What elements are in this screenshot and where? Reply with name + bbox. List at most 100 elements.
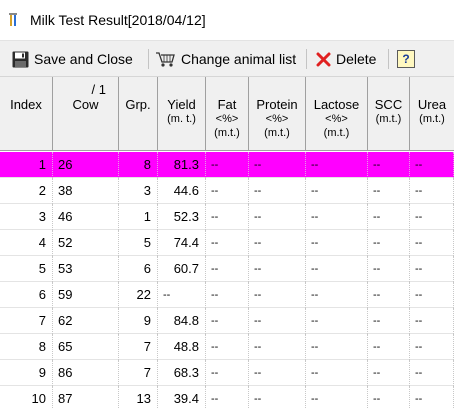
cell-index[interactable]: 1	[0, 152, 53, 178]
cell-scc[interactable]: --	[368, 152, 410, 178]
cell-cow[interactable]: 46	[53, 204, 119, 230]
cell-index[interactable]: 9	[0, 360, 53, 386]
cell-protein[interactable]: --	[249, 386, 306, 408]
cell-grp[interactable]: 7	[119, 334, 158, 360]
cell-lactose[interactable]: --	[306, 386, 368, 408]
cell-urea[interactable]: --	[410, 178, 454, 204]
column-header-lactose[interactable]: Lactose <%> (m.t.)	[306, 77, 368, 151]
cell-yield[interactable]: 84.8	[158, 308, 206, 334]
cell-fat[interactable]: --	[206, 386, 249, 408]
cell-scc[interactable]: --	[368, 256, 410, 282]
cell-yield[interactable]: 81.3	[158, 152, 206, 178]
cell-urea[interactable]: --	[410, 152, 454, 178]
cell-cow[interactable]: 52	[53, 230, 119, 256]
cell-fat[interactable]: --	[206, 152, 249, 178]
cell-grp[interactable]: 8	[119, 152, 158, 178]
cell-lactose[interactable]: --	[306, 230, 368, 256]
table-row[interactable]: 1 26 8 81.3 -- -- -- -- --	[0, 152, 454, 178]
cell-cow[interactable]: 38	[53, 178, 119, 204]
cell-fat[interactable]: --	[206, 178, 249, 204]
cell-scc[interactable]: --	[368, 334, 410, 360]
cell-protein[interactable]: --	[249, 204, 306, 230]
save-and-close-button[interactable]: Save and Close	[12, 47, 133, 71]
cell-grp[interactable]: 3	[119, 178, 158, 204]
table-row[interactable]: 8 65 7 48.8 -- -- -- -- --	[0, 334, 454, 360]
cell-fat[interactable]: --	[206, 334, 249, 360]
cell-fat[interactable]: --	[206, 282, 249, 308]
cell-cow[interactable]: 59	[53, 282, 119, 308]
column-header-grp[interactable]: Grp.	[119, 77, 158, 151]
cell-urea[interactable]: --	[410, 334, 454, 360]
cell-index[interactable]: 4	[0, 230, 53, 256]
cell-scc[interactable]: --	[368, 204, 410, 230]
cell-grp[interactable]: 5	[119, 230, 158, 256]
cell-cow[interactable]: 62	[53, 308, 119, 334]
table-row[interactable]: 4 52 5 74.4 -- -- -- -- --	[0, 230, 454, 256]
cell-grp[interactable]: 6	[119, 256, 158, 282]
cell-yield[interactable]: 74.4	[158, 230, 206, 256]
cell-yield[interactable]: 39.4	[158, 386, 206, 408]
table-row[interactable]: 9 86 7 68.3 -- -- -- -- --	[0, 360, 454, 386]
cell-cow[interactable]: 86	[53, 360, 119, 386]
cell-scc[interactable]: --	[368, 230, 410, 256]
column-header-urea[interactable]: Urea (m.t.)	[410, 77, 454, 151]
cell-fat[interactable]: --	[206, 204, 249, 230]
table-row[interactable]: 2 38 3 44.6 -- -- -- -- --	[0, 178, 454, 204]
cell-lactose[interactable]: --	[306, 178, 368, 204]
cell-grp[interactable]: 1	[119, 204, 158, 230]
cell-urea[interactable]: --	[410, 360, 454, 386]
cell-scc[interactable]: --	[368, 178, 410, 204]
cell-index[interactable]: 2	[0, 178, 53, 204]
cell-protein[interactable]: --	[249, 178, 306, 204]
cell-grp[interactable]: 7	[119, 360, 158, 386]
cell-cow[interactable]: 87	[53, 386, 119, 408]
cell-lactose[interactable]: --	[306, 360, 368, 386]
column-header-fat[interactable]: Fat <%> (m.t.)	[206, 77, 249, 151]
cell-fat[interactable]: --	[206, 230, 249, 256]
cell-yield[interactable]: --	[158, 282, 206, 308]
table-row[interactable]: 10 87 13 39.4 -- -- -- -- --	[0, 386, 454, 408]
cell-fat[interactable]: --	[206, 308, 249, 334]
column-header-cow[interactable]: / 1 Cow	[53, 77, 119, 151]
cell-cow[interactable]: 26	[53, 152, 119, 178]
cell-fat[interactable]: --	[206, 360, 249, 386]
table-row[interactable]: 7 62 9 84.8 -- -- -- -- --	[0, 308, 454, 334]
cell-index[interactable]: 7	[0, 308, 53, 334]
cell-protein[interactable]: --	[249, 152, 306, 178]
table-row[interactable]: 6 59 22 -- -- -- -- -- --	[0, 282, 454, 308]
cell-lactose[interactable]: --	[306, 204, 368, 230]
column-header-yield[interactable]: Yield (m. t.)	[158, 77, 206, 151]
cell-lactose[interactable]: --	[306, 282, 368, 308]
cell-yield[interactable]: 44.6	[158, 178, 206, 204]
cell-lactose[interactable]: --	[306, 256, 368, 282]
cell-urea[interactable]: --	[410, 282, 454, 308]
cell-yield[interactable]: 52.3	[158, 204, 206, 230]
cell-scc[interactable]: --	[368, 282, 410, 308]
cell-yield[interactable]: 60.7	[158, 256, 206, 282]
cell-yield[interactable]: 68.3	[158, 360, 206, 386]
help-button[interactable]: ?	[397, 47, 415, 71]
column-header-index[interactable]: Index	[0, 77, 53, 151]
table-row[interactable]: 5 53 6 60.7 -- -- -- -- --	[0, 256, 454, 282]
cell-protein[interactable]: --	[249, 230, 306, 256]
cell-protein[interactable]: --	[249, 308, 306, 334]
cell-urea[interactable]: --	[410, 308, 454, 334]
cell-yield[interactable]: 48.8	[158, 334, 206, 360]
cell-lactose[interactable]: --	[306, 334, 368, 360]
table-row[interactable]: 3 46 1 52.3 -- -- -- -- --	[0, 204, 454, 230]
cell-urea[interactable]: --	[410, 386, 454, 408]
cell-grp[interactable]: 22	[119, 282, 158, 308]
cell-lactose[interactable]: --	[306, 152, 368, 178]
column-header-scc[interactable]: SCC (m.t.)	[368, 77, 410, 151]
cell-urea[interactable]: --	[410, 256, 454, 282]
cell-lactose[interactable]: --	[306, 308, 368, 334]
cell-protein[interactable]: --	[249, 256, 306, 282]
delete-button[interactable]: Delete	[316, 47, 376, 71]
change-animal-list-button[interactable]: Change animal list	[156, 47, 296, 71]
column-header-protein[interactable]: Protein <%> (m.t.)	[249, 77, 306, 151]
cell-index[interactable]: 6	[0, 282, 53, 308]
cell-cow[interactable]: 65	[53, 334, 119, 360]
cell-index[interactable]: 8	[0, 334, 53, 360]
cell-grp[interactable]: 9	[119, 308, 158, 334]
cell-scc[interactable]: --	[368, 308, 410, 334]
